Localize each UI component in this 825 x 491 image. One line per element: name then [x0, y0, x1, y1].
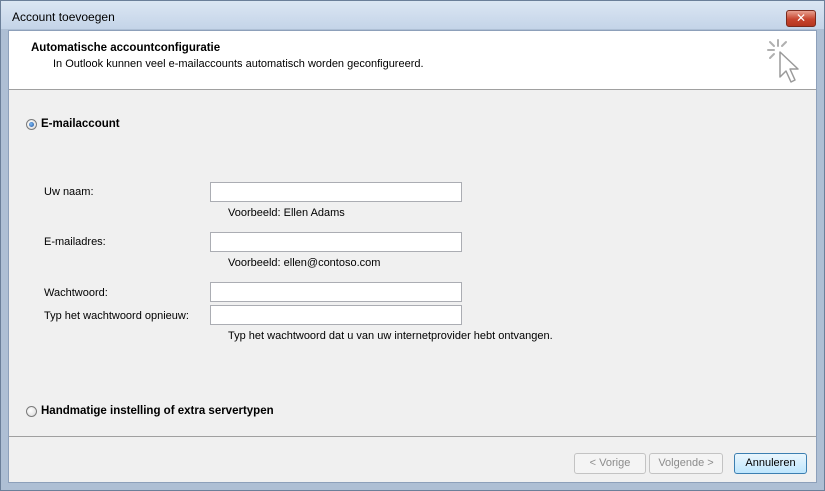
wizard-header: Automatische accountconfiguratie In Outl… [9, 31, 816, 90]
password-label: Wachtwoord: [44, 287, 108, 299]
dialog-body: Automatische accountconfiguratie In Outl… [8, 30, 817, 483]
manual-setup-label: Handmatige instelling of extra servertyp… [41, 405, 274, 417]
header-title: Automatische accountconfiguratie [31, 42, 221, 54]
email-account-option[interactable]: E-mailaccount [26, 118, 120, 130]
title-bar[interactable]: Account toevoegen ✕ [1, 1, 824, 29]
email-account-label: E-mailaccount [41, 118, 120, 130]
email-label: E-mailadres: [44, 236, 106, 248]
name-input[interactable] [210, 182, 462, 202]
back-button[interactable]: < Vorige [574, 453, 646, 474]
email-input[interactable] [210, 232, 462, 252]
close-button[interactable]: ✕ [786, 10, 816, 27]
add-account-window: Account toevoegen ✕ Automatische account… [0, 0, 825, 491]
auto-config-cursor-icon [767, 39, 799, 83]
password-hint: Typ het wachtwoord dat u van uw internet… [228, 330, 553, 342]
name-label: Uw naam: [44, 186, 94, 198]
header-subtitle: In Outlook kunnen veel e-mailaccounts au… [53, 58, 424, 70]
window-title: Account toevoegen [12, 10, 115, 24]
email-account-radio[interactable] [26, 118, 37, 130]
password-input[interactable] [210, 282, 462, 302]
email-example: Voorbeeld: ellen@contoso.com [228, 257, 381, 269]
password-confirm-input[interactable] [210, 305, 462, 325]
manual-setup-option[interactable]: Handmatige instelling of extra servertyp… [26, 405, 274, 417]
manual-setup-radio[interactable] [26, 405, 37, 417]
next-button[interactable]: Volgende > [649, 453, 723, 474]
footer-divider [9, 436, 816, 437]
name-example: Voorbeeld: Ellen Adams [228, 207, 345, 219]
password-confirm-label: Typ het wachtwoord opnieuw: [44, 310, 189, 322]
cancel-button[interactable]: Annuleren [734, 453, 807, 474]
